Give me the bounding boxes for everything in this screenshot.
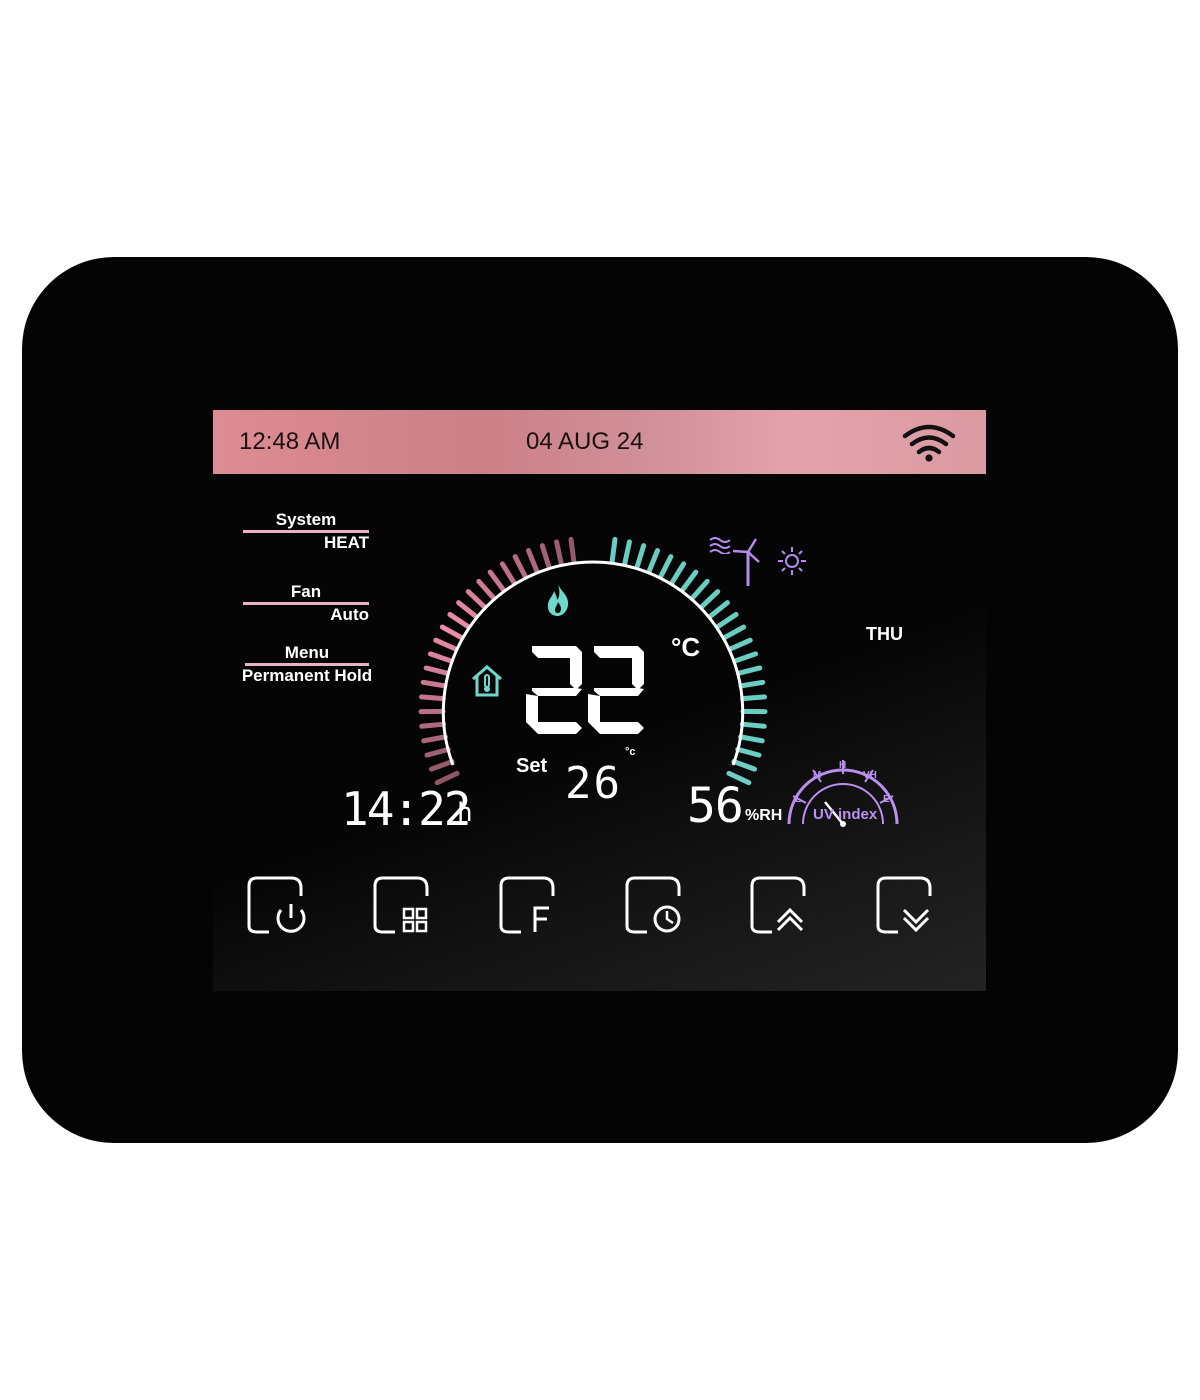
set-unit: °c	[625, 746, 636, 758]
wind-turbine-icon	[732, 538, 760, 586]
uv-scale-label: H	[839, 760, 846, 771]
gauge-tick	[420, 679, 448, 689]
gauge-tick	[739, 721, 767, 729]
gauge-tick	[568, 536, 577, 564]
gauge-tick	[539, 543, 552, 570]
f-letter-icon	[499, 876, 555, 934]
set-label: Set	[516, 755, 548, 777]
gauge-tick	[476, 578, 496, 601]
clock-value: 14:22	[341, 782, 471, 836]
flame-icon	[547, 584, 569, 616]
humidity-unit: %RH	[745, 807, 783, 824]
gauge-tick	[738, 734, 765, 744]
power-icon	[247, 876, 306, 934]
gauge-tick	[428, 759, 455, 772]
gauge-tick	[418, 694, 446, 702]
fan-button[interactable]	[497, 874, 563, 938]
gauge-tick	[699, 589, 721, 610]
house-thermometer-icon	[472, 665, 502, 697]
chevron-up-icon	[750, 876, 806, 934]
gauge-tick	[609, 536, 618, 564]
gauge-tick	[735, 665, 763, 676]
gauge-tick	[487, 569, 506, 593]
gauge-tick	[727, 637, 753, 652]
grid-icon	[373, 876, 429, 934]
gauge-tick	[622, 539, 632, 566]
day-of-week: THU	[866, 624, 903, 644]
chevron-down-icon	[876, 876, 932, 934]
gauge-tick	[738, 679, 766, 689]
gauge-tick	[634, 543, 647, 570]
uv-scale-label: E	[883, 794, 890, 805]
gauge-tick	[740, 694, 768, 702]
temperature-down-button[interactable]	[874, 874, 940, 938]
sun-icon	[778, 547, 806, 575]
gauge-tick	[669, 561, 687, 586]
gauge-tick	[447, 612, 471, 630]
current-temperature	[526, 646, 644, 734]
gauge-tick	[721, 624, 747, 641]
gauge-tick	[735, 746, 762, 758]
gauge-tick	[646, 548, 660, 574]
gauge-tick	[526, 548, 540, 574]
set-value: 26	[565, 758, 622, 809]
gauge-tick	[680, 569, 699, 593]
gauge-tick	[421, 734, 448, 744]
gauge-tick	[512, 554, 528, 579]
uv-scale-label: L	[795, 794, 801, 805]
gauge-tick	[427, 651, 454, 664]
gauge-tick	[423, 665, 451, 676]
gauge-tick	[499, 561, 517, 586]
gauge-tick	[456, 600, 479, 619]
gauge-tick	[465, 589, 487, 610]
gauge-tick	[424, 746, 451, 758]
thermostat-screen: 12:48 AM 04 AUG 24 System HEAT Fan Auto …	[213, 410, 986, 991]
mode-button[interactable]	[371, 874, 437, 938]
gauge-tick	[658, 554, 674, 579]
gauge-tick	[554, 539, 564, 566]
uv-scale-label: M	[813, 770, 821, 781]
gauge-tick	[707, 600, 730, 619]
gauge-tick	[439, 624, 465, 641]
clock-suffix: h	[457, 798, 473, 828]
temperature-unit: °C	[671, 632, 701, 662]
uv-scale-label: VH	[863, 770, 877, 781]
gauge-tick	[715, 612, 739, 630]
gauge-tick	[433, 637, 459, 652]
clock-icon	[625, 876, 681, 934]
uv-index-label: UV index	[813, 806, 878, 823]
gauge-tick	[419, 721, 447, 729]
power-button[interactable]	[245, 874, 311, 938]
humidity-value: 56	[687, 778, 744, 834]
temperature-up-button[interactable]	[748, 874, 814, 938]
gauge-tick	[690, 578, 710, 601]
gauge-tick	[731, 759, 758, 772]
gauge-tick	[732, 651, 759, 664]
schedule-button[interactable]	[623, 874, 689, 938]
